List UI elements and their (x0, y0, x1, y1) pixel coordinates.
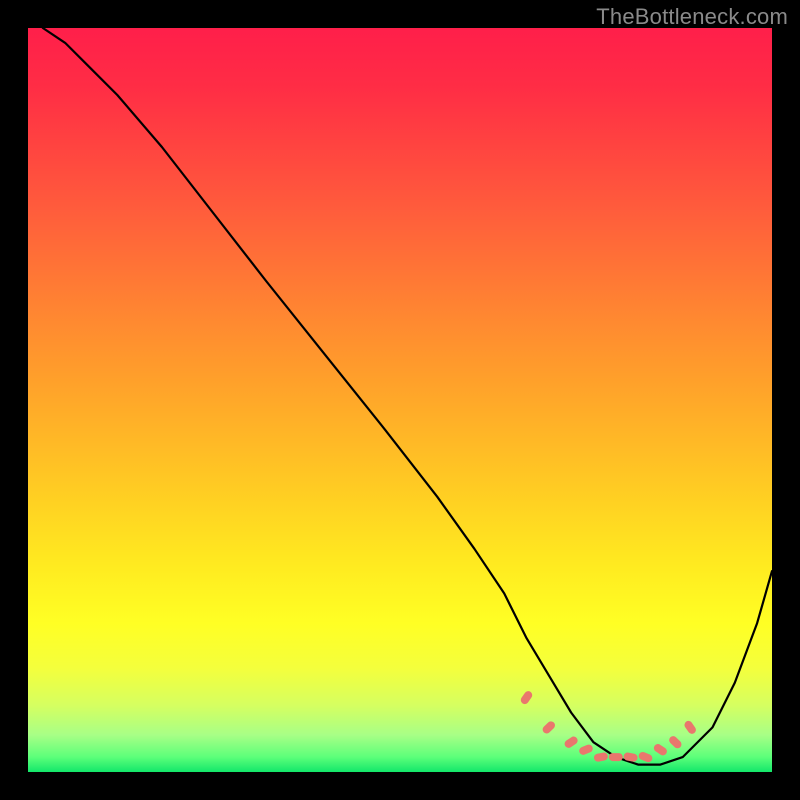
marker-dash (683, 719, 698, 735)
marker-dash (578, 743, 594, 756)
plot-area (28, 28, 772, 772)
marker-dash (519, 690, 534, 706)
marker-dash (609, 753, 623, 761)
marker-dash (638, 751, 654, 764)
curve-svg (28, 28, 772, 772)
marker-dash (652, 743, 668, 757)
marker-dash (563, 735, 579, 749)
marker-dash (593, 752, 608, 763)
bottleneck-curve-path (43, 28, 772, 765)
chart-frame: TheBottleneck.com (0, 0, 800, 800)
marker-dash (667, 734, 683, 749)
watermark-text: TheBottleneck.com (596, 4, 788, 30)
marker-dash (541, 720, 557, 735)
